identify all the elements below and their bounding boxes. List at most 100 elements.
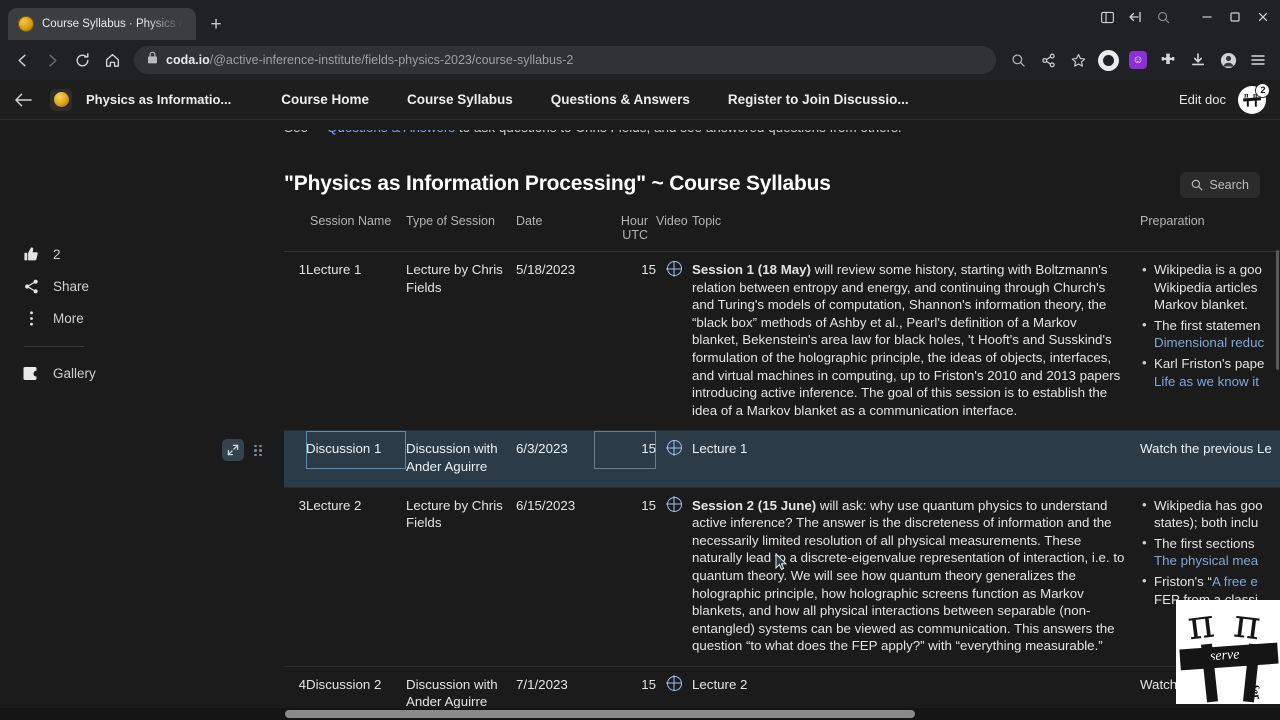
window-close-button[interactable]: [1250, 4, 1276, 30]
forward-button[interactable]: [38, 46, 66, 74]
cell-type-of-session[interactable]: Discussion with Ander Aguirre: [406, 431, 516, 486]
cell-preparation[interactable]: Wikipedia is a goo Wikipedia articles Mark…: [1140, 252, 1280, 404]
browser-tab[interactable]: Course Syllabus · Physics as I: [8, 8, 196, 40]
cell-date[interactable]: 6/3/2023: [516, 431, 594, 469]
nav-link-questions-answers[interactable]: Questions & Answers: [551, 92, 690, 107]
prep-text: Wikipedia has goo: [1154, 497, 1263, 513]
prep-link[interactable]: Dimensional reduc: [1154, 335, 1264, 350]
list-item: The first sections The physical mea: [1140, 534, 1280, 570]
cell-session-name[interactable]: Discussion 2: [306, 667, 406, 705]
home-button[interactable]: [98, 46, 126, 74]
column-header-session-name[interactable]: Session Name: [306, 208, 406, 237]
nav-link-course-syllabus[interactable]: Course Syllabus: [407, 92, 513, 107]
table-row[interactable]: 4 Discussion 2 Discussion with Ander Agu…: [284, 667, 1280, 712]
cell-hour-utc[interactable]: 15: [594, 667, 656, 705]
share-icon: [22, 278, 40, 295]
globe-icon: [666, 440, 682, 456]
nav-link-register[interactable]: Register to Join Discussio...: [728, 92, 909, 107]
url-path: /@active-inference-institute/fields-phys…: [209, 53, 574, 67]
extension-dark-icon[interactable]: [1094, 46, 1122, 74]
share-label: Share: [53, 278, 90, 294]
share-icon[interactable]: [1034, 46, 1062, 74]
column-header-type-of-session[interactable]: Type of Session: [406, 208, 516, 237]
reload-button[interactable]: [68, 46, 96, 74]
horizontal-scrollbar[interactable]: [0, 708, 1280, 720]
horizontal-scrollbar-thumb[interactable]: [285, 710, 915, 718]
address-bar[interactable]: coda.io/@active-inference-institute/fiel…: [134, 46, 996, 74]
vertical-scrollbar[interactable]: [1276, 120, 1280, 712]
cell-topic[interactable]: Lecture 1: [692, 431, 1140, 469]
cell-video[interactable]: [656, 252, 692, 290]
tab-title: Course Syllabus · Physics as I: [42, 18, 186, 30]
back-button[interactable]: [8, 46, 36, 74]
like-button[interactable]: 2: [22, 238, 190, 270]
sidebar-toggle-icon[interactable]: [1094, 4, 1120, 30]
gallery-button[interactable]: Gallery: [22, 357, 190, 389]
edit-doc-button[interactable]: Edit doc: [1179, 92, 1226, 107]
cell-session-name[interactable]: Lecture 1: [306, 252, 406, 290]
column-header-video[interactable]: Video: [656, 208, 692, 237]
table-row-selected[interactable]: Discussion 1 Discussion with Ander Aguir…: [222, 431, 1280, 488]
more-vertical-icon: [22, 310, 40, 327]
prep-link[interactable]: A free e: [1212, 574, 1258, 589]
rail-divider: [24, 346, 84, 347]
table-search-button[interactable]: Search: [1180, 172, 1260, 198]
column-header-hour-utc[interactable]: Hour UTC: [594, 208, 656, 251]
doc-icon: [50, 88, 72, 111]
avatar-badge: 2: [1255, 82, 1270, 98]
cell-topic[interactable]: Lecture 2: [692, 667, 1140, 705]
prep-link[interactable]: Life as we know it: [1154, 374, 1259, 389]
menu-icon[interactable]: [1244, 46, 1272, 74]
new-tab-button[interactable]: +: [202, 10, 230, 38]
cell-date[interactable]: 5/18/2023: [516, 252, 594, 290]
cell-type-of-session[interactable]: Lecture by Chris Fields: [406, 252, 516, 307]
window-maximize-button[interactable]: [1222, 4, 1248, 30]
cell-session-name[interactable]: Discussion 1: [306, 431, 406, 469]
profile-icon[interactable]: [1214, 46, 1242, 74]
cell-session-name[interactable]: Lecture 2: [306, 488, 406, 526]
globe-icon: [666, 496, 682, 512]
window-minimize-button[interactable]: [1194, 4, 1220, 30]
table-row[interactable]: 3 Lecture 2 Lecture by Chris Fields 6/15…: [284, 488, 1280, 667]
cell-date[interactable]: 7/1/2023: [516, 667, 594, 705]
search-icon: [1192, 179, 1203, 191]
cell-date[interactable]: 6/15/2023: [516, 488, 594, 526]
avatar[interactable]: π π 2: [1238, 82, 1270, 114]
column-header-topic[interactable]: Topic: [692, 208, 1140, 237]
more-button[interactable]: More: [22, 302, 190, 334]
cell-hour-utc[interactable]: 15: [594, 488, 656, 526]
nav-link-course-home[interactable]: Course Home: [281, 92, 369, 107]
column-header-preparation[interactable]: Preparation: [1140, 208, 1280, 237]
cell-topic[interactable]: Session 2 (15 June) will ask: why use qu…: [692, 488, 1140, 666]
cell-hour-utc[interactable]: 15: [594, 431, 656, 469]
drag-handle[interactable]: [254, 442, 262, 458]
prep-link[interactable]: The physical mea: [1154, 553, 1258, 568]
cell-video[interactable]: [656, 488, 692, 526]
puzzle-icon[interactable]: [1154, 46, 1182, 74]
omnibox-actions: ☺: [1004, 46, 1272, 74]
share-button[interactable]: Share: [22, 270, 190, 302]
zoom-icon[interactable]: [1004, 46, 1032, 74]
collapse-panel-icon[interactable]: [1122, 4, 1148, 30]
teaser-link[interactable]: Questions & Answers: [327, 130, 455, 135]
column-header-date[interactable]: Date: [516, 208, 594, 237]
tab-favicon-icon: [18, 16, 34, 32]
bookmark-star-icon[interactable]: [1064, 46, 1092, 74]
expand-row-button[interactable]: [222, 439, 244, 462]
vertical-scrollbar-thumb[interactable]: [1276, 250, 1279, 370]
cell-preparation[interactable]: Watch the previous Le: [1140, 431, 1280, 469]
download-icon[interactable]: [1184, 46, 1212, 74]
cell-type-of-session[interactable]: Discussion with Ander Aguirre: [406, 667, 516, 712]
cell-video[interactable]: [656, 431, 692, 469]
cell-video[interactable]: [656, 667, 692, 705]
extension-purple-icon[interactable]: ☺: [1124, 46, 1152, 74]
cell-topic[interactable]: Session 1 (18 May) will review some hist…: [692, 252, 1140, 430]
lock-icon: [147, 51, 158, 69]
doc-back-button[interactable]: [14, 92, 36, 108]
table-row[interactable]: 1 Lecture 1 Lecture by Chris Fields 5/18…: [284, 252, 1280, 432]
page-title: "Physics as Information Processing" ~ Co…: [284, 172, 831, 195]
tab-search-icon[interactable]: [1150, 4, 1176, 30]
topic-text: will ask: why use quantum physics to und…: [692, 497, 1125, 654]
cell-hour-utc[interactable]: 15: [594, 252, 656, 290]
cell-type-of-session[interactable]: Lecture by Chris Fields: [406, 488, 516, 543]
